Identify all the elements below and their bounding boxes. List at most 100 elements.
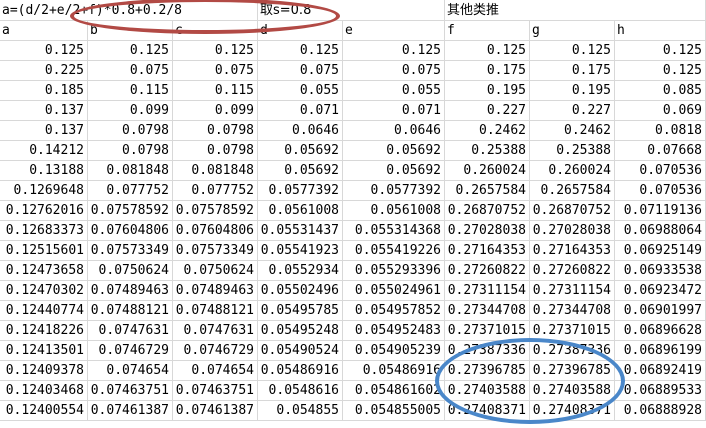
cell-e18[interactable]: 0.054861602 [343,381,445,401]
cell-a14[interactable]: 0.12440774 [0,301,88,321]
cell-c19[interactable]: 0.07461387 [173,401,258,421]
cell-e8[interactable]: 0.0577392 [343,181,445,201]
column-header-h[interactable]: h [615,21,706,41]
cell-g14[interactable]: 0.27344708 [530,301,615,321]
cell-a10[interactable]: 0.12683373 [0,221,88,241]
cell-b4[interactable]: 0.099 [88,101,173,121]
cell-f7[interactable]: 0.260024 [445,161,530,181]
cell-a19[interactable]: 0.12400554 [0,401,88,421]
cell-f5[interactable]: 0.2462 [445,121,530,141]
cell-d18[interactable]: 0.0548616 [258,381,343,401]
cell-a1[interactable]: 0.125 [0,41,88,61]
cell-g6[interactable]: 0.25388 [530,141,615,161]
cell-c11[interactable]: 0.07573349 [173,241,258,261]
cell-e3[interactable]: 0.055 [343,81,445,101]
cell-f17[interactable]: 0.27396785 [445,361,530,381]
cell-b8[interactable]: 0.077752 [88,181,173,201]
cell-e13[interactable]: 0.055024961 [343,281,445,301]
cell-c7[interactable]: 0.081848 [173,161,258,181]
cell-e2[interactable]: 0.075 [343,61,445,81]
spreadsheet-grid[interactable]: a=(d/2+e/2+f)*0.8+0.2/8 取s=0.8 其他类推 abcd… [0,0,706,428]
cell-b14[interactable]: 0.07488121 [88,301,173,321]
cell-h17[interactable]: 0.06892419 [615,361,706,381]
cell-d16[interactable]: 0.05490524 [258,341,343,361]
cell-h1[interactable]: 0.125 [615,41,706,61]
cell-d10[interactable]: 0.05531437 [258,221,343,241]
cell-a16[interactable]: 0.12413501 [0,341,88,361]
cell-c18[interactable]: 0.07463751 [173,381,258,401]
cell-g1[interactable]: 0.125 [530,41,615,61]
column-header-c[interactable]: c [173,21,258,41]
cell-d8[interactable]: 0.0577392 [258,181,343,201]
cell-h19[interactable]: 0.06888928 [615,401,706,421]
cell-g15[interactable]: 0.27371015 [530,321,615,341]
formula-cell[interactable]: a=(d/2+e/2+f)*0.8+0.2/8 [0,0,258,21]
cell-d13[interactable]: 0.05502496 [258,281,343,301]
cell-b19[interactable]: 0.07461387 [88,401,173,421]
cell-d15[interactable]: 0.05495248 [258,321,343,341]
cell-b9[interactable]: 0.07578592 [88,201,173,221]
cell-f6[interactable]: 0.25388 [445,141,530,161]
cell-e16[interactable]: 0.054905239 [343,341,445,361]
cell-a15[interactable]: 0.12418226 [0,321,88,341]
cell-c16[interactable]: 0.0746729 [173,341,258,361]
others-analogous-note-cell[interactable]: 其他类推 [445,0,706,21]
cell-c12[interactable]: 0.0750624 [173,261,258,281]
cell-f14[interactable]: 0.27344708 [445,301,530,321]
cell-c13[interactable]: 0.07489463 [173,281,258,301]
cell-f12[interactable]: 0.27260822 [445,261,530,281]
cell-h5[interactable]: 0.0818 [615,121,706,141]
cell-g11[interactable]: 0.27164353 [530,241,615,261]
cell-f8[interactable]: 0.2657584 [445,181,530,201]
cell-g10[interactable]: 0.27028038 [530,221,615,241]
cell-e14[interactable]: 0.054957852 [343,301,445,321]
cell-d3[interactable]: 0.055 [258,81,343,101]
cell-f4[interactable]: 0.227 [445,101,530,121]
cell-e19[interactable]: 0.054855005 [343,401,445,421]
cell-c17[interactable]: 0.074654 [173,361,258,381]
cell-f18[interactable]: 0.27403588 [445,381,530,401]
cell-a5[interactable]: 0.137 [0,121,88,141]
cell-e7[interactable]: 0.05692 [343,161,445,181]
cell-a6[interactable]: 0.14212 [0,141,88,161]
cell-c5[interactable]: 0.0798 [173,121,258,141]
cell-f3[interactable]: 0.195 [445,81,530,101]
cell-c8[interactable]: 0.077752 [173,181,258,201]
cell-e17[interactable]: 0.05486916 [343,361,445,381]
cell-b2[interactable]: 0.075 [88,61,173,81]
cell-h16[interactable]: 0.06896199 [615,341,706,361]
cell-h13[interactable]: 0.06923472 [615,281,706,301]
cell-b17[interactable]: 0.074654 [88,361,173,381]
cell-a17[interactable]: 0.12409378 [0,361,88,381]
cell-g3[interactable]: 0.195 [530,81,615,101]
cell-f1[interactable]: 0.125 [445,41,530,61]
cell-g4[interactable]: 0.227 [530,101,615,121]
cell-g9[interactable]: 0.26870752 [530,201,615,221]
cell-e6[interactable]: 0.05692 [343,141,445,161]
cell-g18[interactable]: 0.27403588 [530,381,615,401]
cell-g19[interactable]: 0.27408371 [530,401,615,421]
cell-a13[interactable]: 0.12470302 [0,281,88,301]
cell-b15[interactable]: 0.0747631 [88,321,173,341]
cell-b18[interactable]: 0.07463751 [88,381,173,401]
cell-c1[interactable]: 0.125 [173,41,258,61]
cell-b13[interactable]: 0.07489463 [88,281,173,301]
cell-g8[interactable]: 0.2657584 [530,181,615,201]
cell-e15[interactable]: 0.054952483 [343,321,445,341]
cell-a4[interactable]: 0.137 [0,101,88,121]
cell-f2[interactable]: 0.175 [445,61,530,81]
cell-c2[interactable]: 0.075 [173,61,258,81]
cell-d9[interactable]: 0.0561008 [258,201,343,221]
cell-b6[interactable]: 0.0798 [88,141,173,161]
cell-h7[interactable]: 0.070536 [615,161,706,181]
cell-b12[interactable]: 0.0750624 [88,261,173,281]
cell-f10[interactable]: 0.27028038 [445,221,530,241]
cell-e1[interactable]: 0.125 [343,41,445,61]
cell-c15[interactable]: 0.0747631 [173,321,258,341]
column-header-a[interactable]: a [0,21,88,41]
column-header-g[interactable]: g [530,21,615,41]
cell-f19[interactable]: 0.27408371 [445,401,530,421]
column-header-f[interactable]: f [445,21,530,41]
column-header-b[interactable]: b [88,21,173,41]
cell-h2[interactable]: 0.125 [615,61,706,81]
